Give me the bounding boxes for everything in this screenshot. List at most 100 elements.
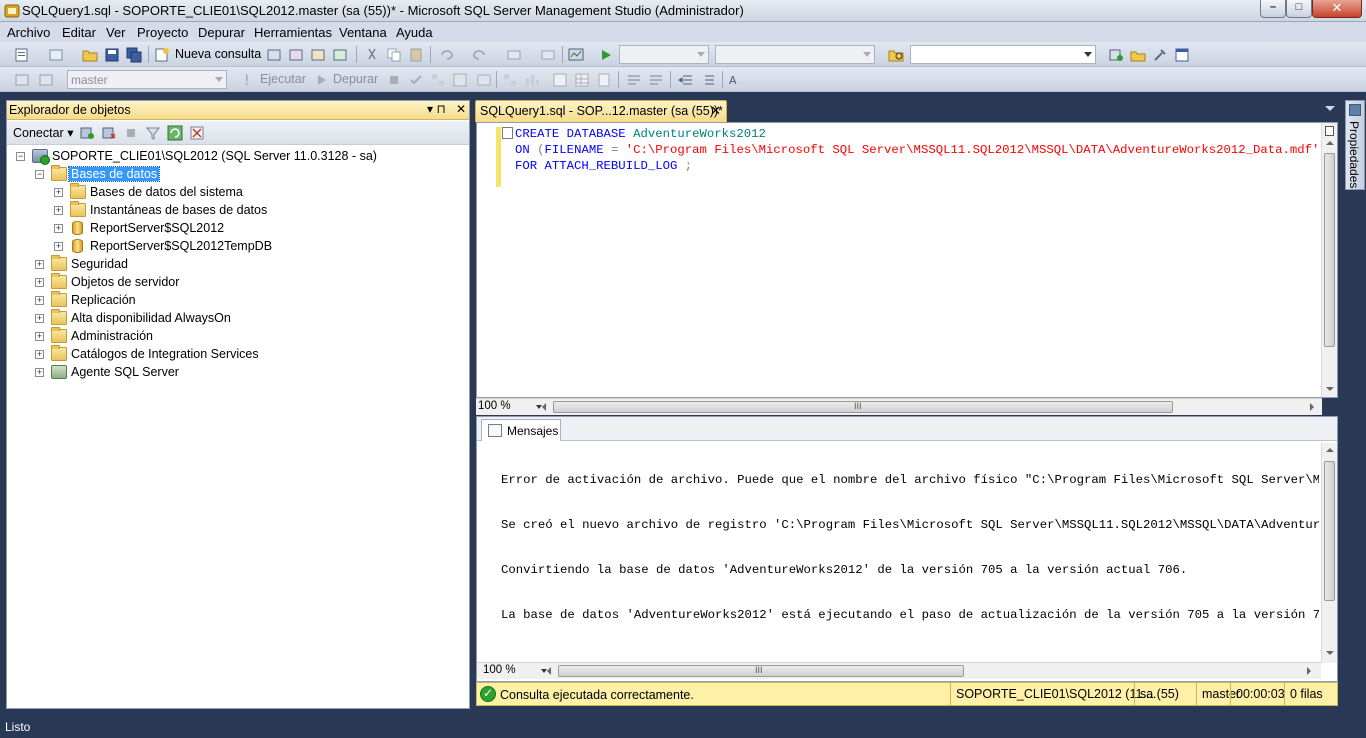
- messages-vscroll-thumb[interactable]: [1324, 461, 1335, 601]
- new-query-button[interactable]: Nueva consulta: [175, 47, 261, 61]
- display-plan-icon[interactable]: [430, 72, 446, 88]
- new-project-icon[interactable]: [14, 47, 30, 63]
- specify-values-icon[interactable]: [476, 72, 492, 88]
- registered-servers-icon[interactable]: [1108, 47, 1124, 63]
- undo-icon[interactable]: [438, 47, 454, 63]
- save-all-icon[interactable]: [126, 47, 142, 63]
- menu-ventana[interactable]: Ventana: [339, 25, 387, 40]
- minimize-button[interactable]: –: [1260, 0, 1286, 18]
- tree-node-security[interactable]: + Seguridad: [33, 255, 463, 274]
- cut-icon[interactable]: [364, 47, 380, 63]
- tree-node-management[interactable]: + Administración: [33, 327, 463, 346]
- execute-button[interactable]: Ejecutar: [260, 72, 306, 86]
- navigate-forward-icon[interactable]: [540, 47, 556, 63]
- cancel-query-icon[interactable]: [386, 72, 402, 88]
- menu-depurar[interactable]: Depurar: [198, 25, 245, 40]
- tree-node-reportserver-tempdb[interactable]: + ReportServer$SQL2012TempDB: [52, 238, 462, 256]
- specify-template-icon[interactable]: A: [728, 72, 744, 88]
- paste-icon[interactable]: [408, 47, 424, 63]
- expand-icon[interactable]: +: [54, 188, 63, 197]
- expand-icon[interactable]: +: [54, 206, 63, 215]
- query-editor[interactable]: CREATE DATABASE AdventureWorks2012 ON (FI…: [476, 122, 1338, 398]
- tree-node-sql-agent[interactable]: + Agente SQL Server: [33, 364, 463, 382]
- menu-editar[interactable]: Editar: [62, 25, 96, 40]
- query-designer-icon[interactable]: [452, 72, 468, 88]
- tree-node-databases[interactable]: − Bases de datos: [33, 165, 463, 184]
- results-file-icon[interactable]: [596, 72, 612, 88]
- object-explorer-icon[interactable]: [1130, 47, 1146, 63]
- solution-config-dropdown[interactable]: [619, 45, 709, 64]
- scroll-up-icon[interactable]: [1326, 448, 1334, 452]
- uncomment-icon[interactable]: [648, 72, 664, 88]
- expand-icon[interactable]: +: [35, 260, 44, 269]
- parse-icon[interactable]: [408, 72, 424, 88]
- connect-icon[interactable]: [14, 72, 30, 88]
- editor-hscroll-thumb[interactable]: III: [553, 401, 1173, 413]
- expand-icon[interactable]: +: [35, 296, 44, 305]
- expand-icon[interactable]: +: [35, 332, 44, 341]
- copy-icon[interactable]: [386, 47, 402, 63]
- expand-icon[interactable]: +: [35, 350, 44, 359]
- maximize-button[interactable]: □: [1286, 0, 1312, 18]
- tools-icon[interactable]: [1152, 47, 1168, 63]
- close-window-button[interactable]: ✕: [1312, 0, 1362, 18]
- menu-herramientas[interactable]: Herramientas: [254, 25, 332, 40]
- decrease-indent-icon[interactable]: [678, 72, 694, 88]
- new-query-icon[interactable]: [154, 47, 170, 63]
- scroll-left-icon[interactable]: [542, 403, 546, 411]
- tree-node-server-objects[interactable]: + Objetos de servidor: [33, 273, 463, 292]
- mdx-query-icon[interactable]: [310, 47, 326, 63]
- save-icon[interactable]: [104, 47, 120, 63]
- close-icon[interactable]: ✕: [456, 102, 466, 116]
- editor-zoom-dropdown[interactable]: 100 %: [478, 400, 544, 414]
- scroll-down-icon[interactable]: [1326, 651, 1334, 655]
- tree-node-database-snapshots[interactable]: + Instantáneas de bases de datos: [52, 201, 462, 220]
- increase-indent-icon[interactable]: [700, 72, 716, 88]
- open-file-icon[interactable]: [82, 47, 98, 63]
- scroll-right-icon[interactable]: [1310, 403, 1314, 411]
- collapse-icon[interactable]: −: [16, 152, 25, 161]
- activity-monitor-icon[interactable]: [568, 47, 584, 63]
- editor-vertical-scrollbar[interactable]: [1321, 123, 1337, 397]
- connect-button[interactable]: Conectar ▾: [13, 125, 73, 140]
- tree-node-server[interactable]: − SOPORTE_CLIE01\SQL2012 (SQL Server 11.…: [14, 148, 464, 166]
- tab-sqlquery1[interactable]: SQLQuery1.sql - SOP...12.master (sa (55)…: [475, 100, 727, 122]
- database-engine-query-icon[interactable]: [266, 47, 282, 63]
- tree-node-integration-services[interactable]: + Catálogos de Integration Services: [33, 345, 463, 364]
- scroll-left-icon[interactable]: [547, 667, 551, 675]
- messages-output[interactable]: Error de activación de archivo. Puede qu…: [501, 443, 1319, 653]
- expand-icon[interactable]: +: [35, 278, 44, 287]
- dmx-query-icon[interactable]: [332, 47, 348, 63]
- tree-node-system-databases[interactable]: + Bases de datos del sistema: [52, 183, 462, 202]
- tree-node-reportserver[interactable]: + ReportServer$SQL2012: [52, 220, 462, 238]
- close-icon[interactable]: ✕: [710, 103, 721, 119]
- include-plan-icon[interactable]: [502, 72, 518, 88]
- scroll-right-icon[interactable]: [1307, 667, 1311, 675]
- stop-icon[interactable]: [123, 125, 139, 141]
- properties-side-tab[interactable]: Propiedades: [1345, 100, 1365, 190]
- menu-proyecto[interactable]: Proyecto: [137, 25, 188, 40]
- disconnect-icon[interactable]: [101, 125, 117, 141]
- analysis-query-icon[interactable]: [288, 47, 304, 63]
- scroll-up-icon[interactable]: [1326, 141, 1334, 145]
- connect-server-icon[interactable]: [79, 125, 95, 141]
- window-layout-icon[interactable]: [1174, 47, 1190, 63]
- expand-icon[interactable]: +: [54, 224, 63, 233]
- find-in-files-icon[interactable]: [888, 47, 904, 63]
- tab-messages[interactable]: Mensajes: [481, 419, 561, 441]
- add-item-icon[interactable]: [48, 47, 64, 63]
- tab-list-dropdown-icon[interactable]: [1325, 106, 1335, 111]
- navigate-back-icon[interactable]: [506, 47, 522, 63]
- messages-horizontal-scrollbar[interactable]: 100 % III: [477, 662, 1321, 679]
- expand-icon[interactable]: +: [35, 368, 44, 377]
- database-dropdown[interactable]: master: [67, 70, 227, 89]
- expand-icon[interactable]: +: [54, 242, 63, 251]
- menu-ayuda[interactable]: Ayuda: [396, 25, 433, 40]
- sql-code[interactable]: CREATE DATABASE AdventureWorks2012 ON (FI…: [515, 126, 1327, 174]
- tree-node-replication[interactable]: + Replicación: [33, 291, 463, 310]
- editor-vscroll-thumb[interactable]: [1324, 153, 1335, 347]
- filter-icon[interactable]: [145, 125, 161, 141]
- expand-icon[interactable]: +: [35, 314, 44, 323]
- editor-horizontal-scrollbar[interactable]: 100 % III: [476, 398, 1322, 415]
- change-connection-icon[interactable]: [38, 72, 54, 88]
